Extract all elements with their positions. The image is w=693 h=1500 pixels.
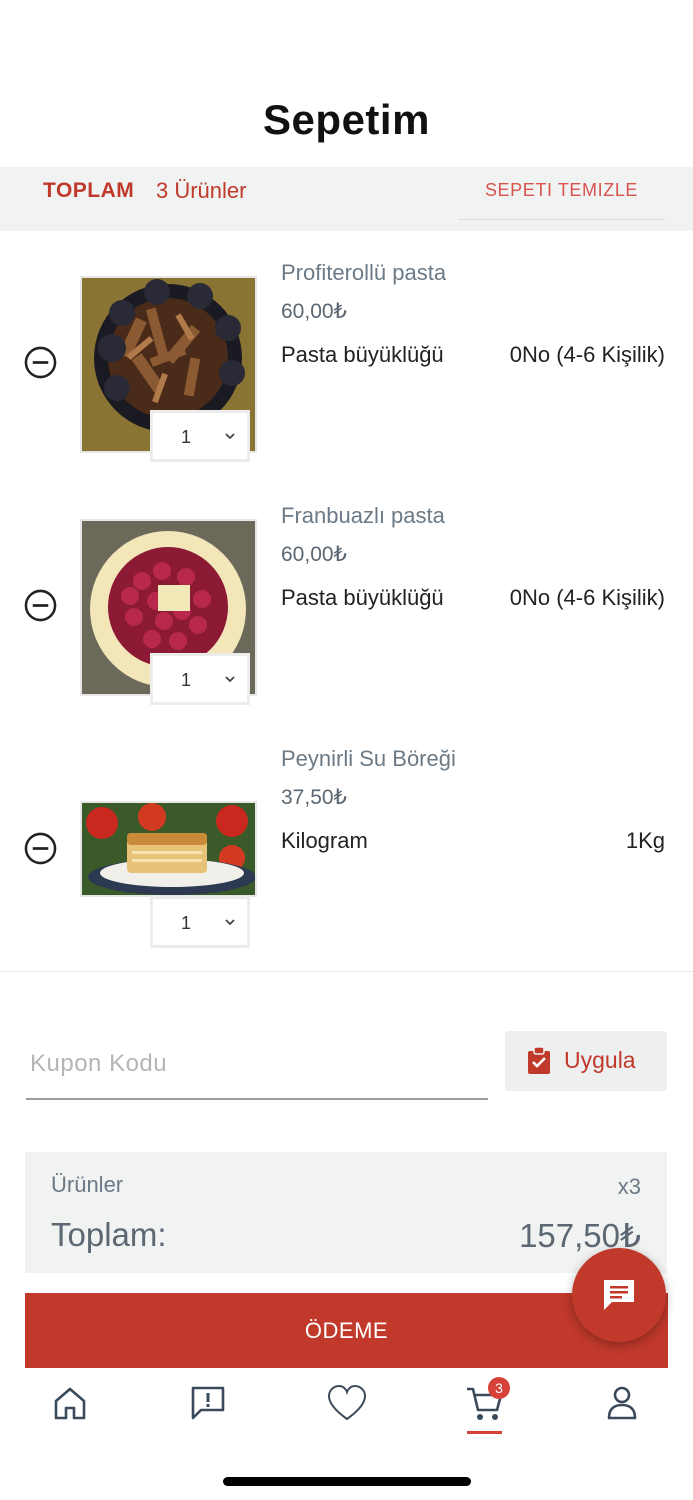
remove-circle-icon[interactable]	[24, 346, 57, 379]
apply-coupon-button[interactable]: Uygula	[505, 1031, 667, 1091]
bottom-tab-bar: 3	[0, 1370, 693, 1450]
option-label: Kilogram	[281, 828, 368, 853]
cart-item: 1 Peynirli Su Böreği 37,50₺ Kilogram 1Kg	[0, 728, 693, 972]
cart-item: 1 Franbuazlı pasta 60,00₺ Pasta büyüklüğ…	[0, 485, 693, 729]
cart-item: 1 Profiterollü pasta 60,00₺ Pasta büyükl…	[0, 242, 693, 486]
chevron-down-icon	[225, 676, 235, 683]
quantity-select[interactable]: 1	[150, 896, 250, 948]
quantity-select[interactable]: 1	[150, 410, 250, 462]
page-title: Sepetim	[263, 96, 430, 143]
home-icon	[54, 1387, 86, 1420]
clipboard-check-icon	[528, 1047, 550, 1074]
user-icon	[607, 1386, 637, 1420]
total-label: TOPLAM	[43, 179, 135, 202]
feedback-icon	[191, 1386, 225, 1420]
option-value: 0No (4-6 Kişilik)	[509, 342, 665, 367]
home-indicator	[223, 1477, 471, 1486]
product-price: 60,00₺	[281, 300, 347, 323]
order-totals: Ürünler x3 Toplam: 157,50₺	[25, 1152, 667, 1273]
cart-badge: 3	[488, 1377, 510, 1399]
items-label: Ürünler	[51, 1172, 124, 1197]
product-name: Peynirli Su Böreği	[281, 746, 456, 771]
chat-button[interactable]	[572, 1248, 666, 1342]
tab-home[interactable]	[40, 1384, 100, 1434]
option-label: Pasta büyüklüğü	[281, 342, 444, 367]
remove-circle-icon[interactable]	[24, 589, 57, 622]
chevron-down-icon	[225, 919, 235, 926]
option-value: 0No (4-6 Kişilik)	[509, 585, 665, 610]
quantity-select[interactable]: 1	[150, 653, 250, 705]
tab-favorites[interactable]	[316, 1384, 376, 1434]
heart-icon	[327, 1384, 367, 1421]
cart-summary-bar: TOPLAM 3 Ürünler SEPETI TEMIZLE	[0, 167, 693, 231]
clear-cart-button[interactable]: SEPETI TEMIZLE	[458, 167, 665, 220]
tab-cart[interactable]: 3	[454, 1377, 514, 1434]
total-label: Toplam:	[51, 1216, 167, 1253]
checkout-button[interactable]: ÖDEME	[25, 1293, 668, 1368]
tab-feedback[interactable]	[178, 1384, 238, 1434]
option-value: 1Kg	[625, 828, 665, 853]
product-name: Profiterollü pasta	[281, 260, 447, 285]
chevron-down-icon	[225, 433, 235, 440]
remove-circle-icon[interactable]	[24, 832, 57, 865]
quantity-value: 1	[181, 913, 192, 933]
tab-profile[interactable]	[592, 1384, 652, 1434]
apply-label: Uygula	[564, 1047, 636, 1073]
items-count: x3	[617, 1174, 641, 1199]
chat-icon	[604, 1280, 634, 1310]
option-label: Pasta büyüklüğü	[281, 585, 444, 610]
coupon-code-input[interactable]	[26, 1030, 488, 1100]
product-name: Franbuazlı pasta	[281, 503, 445, 528]
active-tab-indicator	[467, 1431, 502, 1434]
item-count: 3 Ürünler	[156, 178, 247, 203]
product-price: 37,50₺	[281, 786, 347, 809]
product-image-borek	[80, 801, 257, 897]
quantity-value: 1	[181, 670, 192, 690]
quantity-value: 1	[181, 427, 192, 447]
product-price: 60,00₺	[281, 543, 347, 566]
